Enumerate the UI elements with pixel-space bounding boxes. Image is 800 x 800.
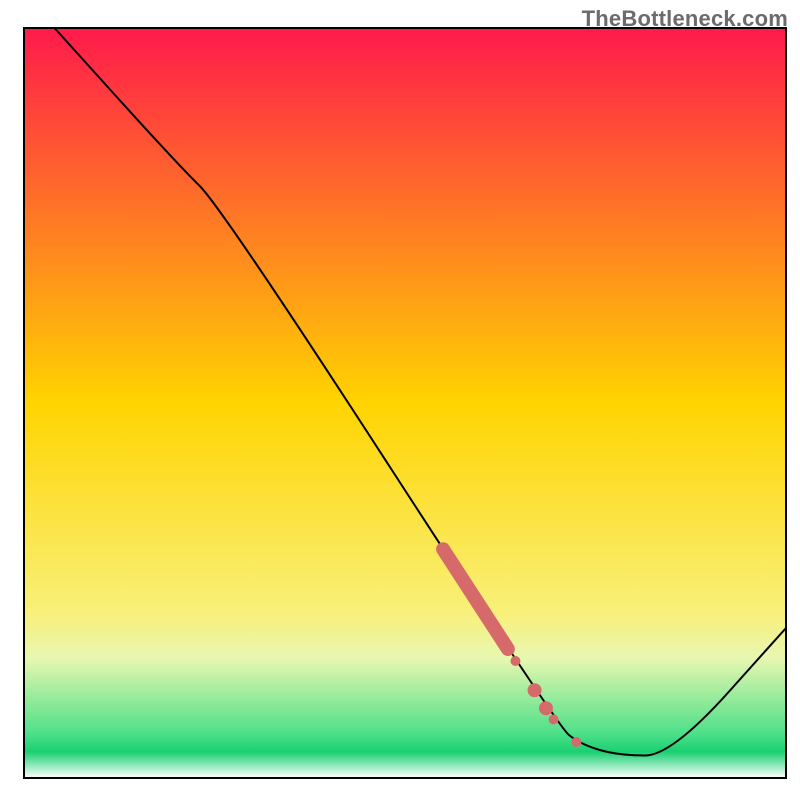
highlight-dot — [549, 715, 559, 725]
highlight-dot — [510, 656, 520, 666]
chart-stage: TheBottleneck.com — [0, 0, 800, 800]
highlight-dot — [528, 683, 542, 697]
bottleneck-chart — [0, 0, 800, 800]
plot-area — [24, 28, 786, 778]
gradient-background — [24, 28, 786, 778]
highlight-dot — [539, 701, 553, 715]
highlight-dot — [571, 737, 581, 747]
